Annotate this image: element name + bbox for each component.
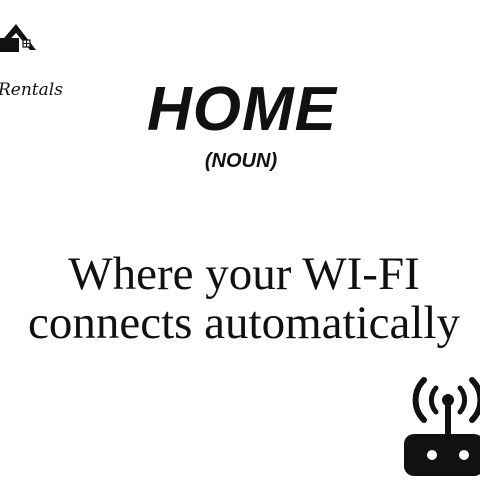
definition-line-1: Where your WI-FI — [68, 248, 420, 300]
headword: HOME — [147, 75, 337, 144]
definition-line-2: connects automatically — [28, 297, 460, 349]
poster: Rentals HOME (NOUN) Where your WI-FI con… — [0, 0, 480, 480]
part-of-speech: (NOUN) — [204, 150, 278, 172]
house-icon — [0, 24, 36, 52]
definition: Where your WI-FI connects automatically — [0, 250, 480, 348]
wifi-router-icon — [404, 377, 480, 476]
